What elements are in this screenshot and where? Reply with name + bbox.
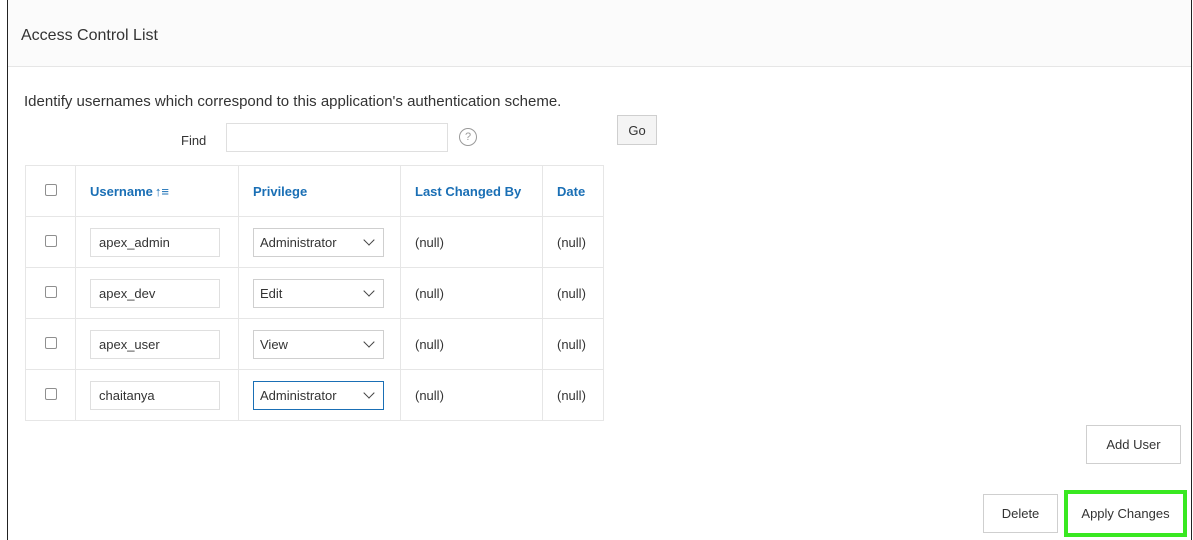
username-cell: apex_user	[75, 318, 239, 370]
table-header-row: Username ↑≡ Privilege Last Changed By Dat…	[25, 165, 604, 217]
chevron-down-icon	[363, 387, 375, 399]
region-header: Access Control List	[8, 0, 1191, 67]
privilege-cell: Administrator	[238, 216, 401, 268]
username-cell: chaitanya	[75, 369, 239, 421]
row-checkbox[interactable]	[44, 234, 57, 247]
username-cell: apex_admin	[75, 216, 239, 268]
username-cell: apex_dev	[75, 267, 239, 319]
privilege-select[interactable]: Administrator	[253, 380, 384, 410]
row-select-cell	[25, 267, 76, 319]
help-icon[interactable]: ?	[459, 128, 477, 146]
row-select-cell	[25, 216, 76, 268]
row-select-cell	[25, 369, 76, 421]
instructions-text: Identify usernames which correspond to t…	[24, 93, 562, 110]
acl-table: Username ↑≡ Privilege Last Changed By Dat…	[25, 165, 604, 421]
column-header-username[interactable]: Username ↑≡	[75, 165, 239, 217]
privilege-select[interactable]: View	[253, 329, 384, 359]
privilege-cell: Edit	[238, 267, 401, 319]
row-select-cell	[25, 318, 76, 370]
privilege-cell: View	[238, 318, 401, 370]
date-cell: (null)	[542, 318, 604, 370]
username-input[interactable]: apex_dev	[90, 278, 220, 308]
find-input[interactable]	[226, 123, 448, 152]
date-cell: (null)	[542, 267, 604, 319]
username-header-label: Username	[90, 183, 153, 199]
last-changed-by-cell: (null)	[400, 267, 543, 319]
date-cell: (null)	[542, 369, 604, 421]
row-checkbox[interactable]	[44, 285, 57, 298]
go-button[interactable]: Go	[617, 115, 657, 145]
column-header-last-changed-by[interactable]: Last Changed By	[400, 165, 543, 217]
table-row: chaitanya Administrator (null) (null)	[25, 369, 604, 421]
username-input[interactable]: chaitanya	[90, 380, 220, 410]
region-title: Access Control List	[21, 27, 158, 44]
privilege-value: Edit	[260, 285, 283, 301]
add-user-button[interactable]: Add User	[1086, 425, 1181, 464]
apply-changes-button[interactable]: Apply Changes	[1064, 490, 1187, 537]
privilege-value: Administrator	[260, 234, 337, 250]
date-cell: (null)	[542, 216, 604, 268]
row-checkbox[interactable]	[44, 336, 57, 349]
find-label: Find	[181, 133, 207, 148]
privilege-select[interactable]: Edit	[253, 278, 384, 308]
privilege-value: Administrator	[260, 387, 337, 403]
delete-button[interactable]: Delete	[983, 494, 1058, 533]
chevron-down-icon	[363, 234, 375, 246]
username-input[interactable]: apex_user	[90, 329, 220, 359]
last-changed-by-cell: (null)	[400, 216, 543, 268]
select-all-header	[25, 165, 76, 217]
last-changed-by-cell: (null)	[400, 318, 543, 370]
column-header-privilege[interactable]: Privilege	[238, 165, 401, 217]
privilege-select[interactable]: Administrator	[253, 227, 384, 257]
privilege-value: View	[260, 336, 288, 352]
row-checkbox[interactable]	[44, 387, 57, 400]
last-changed-by-cell: (null)	[400, 369, 543, 421]
sort-ascending-icon: ↑≡	[154, 183, 169, 199]
select-all-checkbox[interactable]	[44, 183, 57, 196]
access-control-list-region: Access Control List Identify usernames w…	[7, 0, 1192, 540]
chevron-down-icon	[363, 336, 375, 348]
table-row: apex_dev Edit (null) (null)	[25, 267, 604, 319]
table-row: apex_user View (null) (null)	[25, 318, 604, 370]
privilege-cell: Administrator	[238, 369, 401, 421]
table-row: apex_admin Administrator (null) (null)	[25, 216, 604, 268]
chevron-down-icon	[363, 285, 375, 297]
username-input[interactable]: apex_admin	[90, 227, 220, 257]
column-header-date[interactable]: Date	[542, 165, 604, 217]
